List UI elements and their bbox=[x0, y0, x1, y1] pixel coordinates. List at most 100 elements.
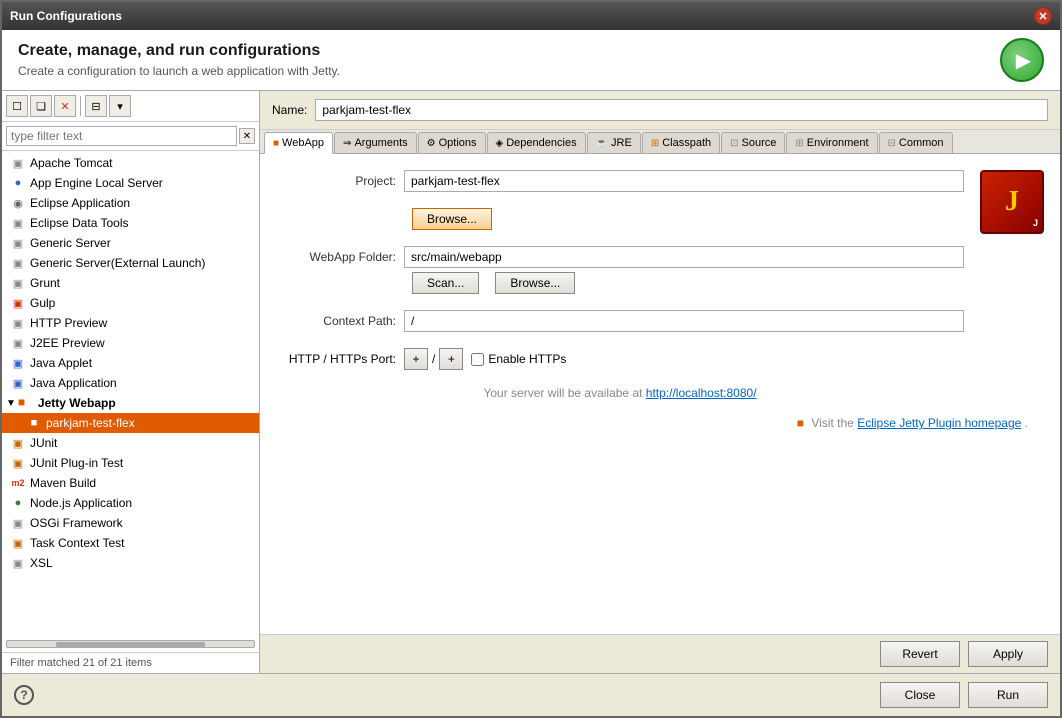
help-button[interactable]: ? bbox=[14, 685, 34, 705]
tree-item-osgi[interactable]: ▣ OSGi Framework bbox=[2, 513, 259, 533]
tab-arguments[interactable]: ⇒ Arguments bbox=[334, 132, 417, 153]
tab-environment[interactable]: ⊞ Environment bbox=[786, 132, 877, 153]
tree-item-maven[interactable]: m2 Maven Build bbox=[2, 473, 259, 493]
project-browse-button[interactable]: Browse... bbox=[412, 208, 492, 230]
tab-source[interactable]: ⊡ Source bbox=[721, 132, 785, 153]
https-port-plus-button[interactable]: + bbox=[439, 348, 463, 370]
tab-classpath[interactable]: ⊞ Classpath bbox=[642, 132, 720, 153]
enable-https-checkbox[interactable] bbox=[471, 353, 484, 366]
filter-button[interactable]: ⊟ bbox=[85, 95, 107, 117]
scrollbar-thumb bbox=[56, 642, 204, 648]
j2ee-icon: ▣ bbox=[10, 335, 26, 351]
tree-item-generic-server-ext[interactable]: ▣ Generic Server(External Launch) bbox=[2, 253, 259, 273]
tree-item-nodejs[interactable]: ● Node.js Application bbox=[2, 493, 259, 513]
maven-icon: m2 bbox=[10, 475, 26, 491]
name-input[interactable] bbox=[315, 99, 1048, 121]
tree-item-apache-tomcat[interactable]: ▣ Apache Tomcat bbox=[2, 153, 259, 173]
tree-item-parkjam[interactable]: ■ parkjam-test-flex bbox=[2, 413, 259, 433]
tree-label: Java Applet bbox=[30, 356, 92, 370]
tab-dependencies-label: Dependencies bbox=[506, 137, 576, 149]
tab-common[interactable]: ⊟ Common bbox=[879, 132, 953, 153]
tab-classpath-label: Classpath bbox=[662, 137, 711, 149]
generic-server-ext-icon: ▣ bbox=[10, 255, 26, 271]
webapp-browse-button[interactable]: Browse... bbox=[495, 272, 575, 294]
jetty-plugin-link[interactable]: Eclipse Jetty Plugin homepage bbox=[857, 416, 1021, 430]
new-config-button[interactable]: ☐ bbox=[6, 95, 28, 117]
sidebar: ☐ ❑ ✕ ⊟ ▾ ✕ ▣ Apache Tomcat ● A bbox=[2, 91, 260, 673]
filter-input[interactable] bbox=[6, 126, 237, 146]
tab-dependencies[interactable]: ◈ Dependencies bbox=[487, 132, 586, 153]
tree-label: Node.js Application bbox=[30, 496, 132, 510]
toolbar-separator bbox=[80, 96, 81, 116]
visit-suffix: . bbox=[1025, 416, 1028, 430]
sidebar-scrollbar[interactable] bbox=[6, 640, 255, 648]
title-bar: Run Configurations ✕ bbox=[2, 2, 1060, 30]
window-title: Run Configurations bbox=[10, 9, 122, 23]
run-button-header[interactable] bbox=[1000, 38, 1044, 82]
jetty-item-icon: ■ bbox=[26, 415, 42, 431]
tree-item-xsl[interactable]: ▣ XSL bbox=[2, 553, 259, 573]
tree-item-http-preview[interactable]: ▣ HTTP Preview bbox=[2, 313, 259, 333]
tree-item-junit[interactable]: ▣ JUnit bbox=[2, 433, 259, 453]
tree-label: Generic Server(External Launch) bbox=[30, 256, 205, 270]
revert-apply-bar: Revert Apply bbox=[260, 634, 1060, 673]
jetty-group-icon: ■ bbox=[18, 395, 34, 411]
tree-item-task-context[interactable]: ▣ Task Context Test bbox=[2, 533, 259, 553]
tree-label: Generic Server bbox=[30, 236, 111, 250]
scan-button[interactable]: Scan... bbox=[412, 272, 479, 294]
tree-item-generic-server[interactable]: ▣ Generic Server bbox=[2, 233, 259, 253]
filter-clear-button[interactable]: ✕ bbox=[239, 128, 255, 144]
close-button[interactable]: Close bbox=[880, 682, 960, 708]
tree-item-junit-plugin[interactable]: ▣ JUnit Plug-in Test bbox=[2, 453, 259, 473]
config-combo-button[interactable]: ▾ bbox=[109, 95, 131, 117]
tree-item-java-application[interactable]: ▣ Java Application bbox=[2, 373, 259, 393]
tree-item-java-applet[interactable]: ▣ Java Applet bbox=[2, 353, 259, 373]
run-configurations-window: Run Configurations ✕ Create, manage, and… bbox=[0, 0, 1062, 718]
gulp-icon: ▣ bbox=[10, 295, 26, 311]
http-port-plus-button[interactable]: + bbox=[404, 348, 428, 370]
tab-jre[interactable]: ☕ JRE bbox=[587, 132, 641, 153]
tab-webapp[interactable]: ■ WebApp bbox=[264, 132, 333, 154]
osgi-icon: ▣ bbox=[10, 515, 26, 531]
tree-item-gulp[interactable]: ▣ Gulp bbox=[2, 293, 259, 313]
tab-common-label: Common bbox=[899, 137, 944, 149]
java-applet-icon: ▣ bbox=[10, 355, 26, 371]
visit-text: Visit the bbox=[811, 416, 857, 430]
run-button[interactable]: Run bbox=[968, 682, 1048, 708]
tree-item-grunt[interactable]: ▣ Grunt bbox=[2, 273, 259, 293]
filter-box: ✕ bbox=[2, 122, 259, 151]
tree-label: OSGi Framework bbox=[30, 516, 123, 530]
tree-item-j2ee[interactable]: ▣ J2EE Preview bbox=[2, 333, 259, 353]
tab-options-label: Options bbox=[439, 137, 477, 149]
scan-browse-row: Scan... Browse... bbox=[404, 272, 964, 294]
jre-tab-icon: ☕ bbox=[596, 138, 608, 149]
server-url-link[interactable]: http://localhost:8080/ bbox=[646, 386, 757, 400]
tree-group-jetty[interactable]: ▼ ■ Jetty Webapp bbox=[2, 393, 259, 413]
environment-tab-icon: ⊞ bbox=[795, 138, 803, 149]
jetty-logo: J J bbox=[980, 170, 1044, 234]
project-input[interactable] bbox=[404, 170, 964, 192]
delete-config-button[interactable]: ✕ bbox=[54, 95, 76, 117]
header-title: Create, manage, and run configurations bbox=[18, 42, 1044, 60]
webapp-tab-icon: ■ bbox=[273, 138, 279, 149]
java-app-icon: ▣ bbox=[10, 375, 26, 391]
webapp-folder-input[interactable] bbox=[404, 246, 964, 268]
tree-label: Eclipse Data Tools bbox=[30, 216, 129, 230]
tree-label: JUnit Plug-in Test bbox=[30, 456, 123, 470]
apply-button[interactable]: Apply bbox=[968, 641, 1048, 667]
data-icon: ▣ bbox=[10, 215, 26, 231]
revert-button[interactable]: Revert bbox=[880, 641, 960, 667]
server-icon: ▣ bbox=[10, 155, 26, 171]
tree-label: JUnit bbox=[30, 436, 57, 450]
context-path-row: Context Path: bbox=[276, 310, 964, 332]
content-area: ☐ ❑ ✕ ⊟ ▾ ✕ ▣ Apache Tomcat ● A bbox=[2, 91, 1060, 673]
tree-item-eclipse-application[interactable]: ◉ Eclipse Application bbox=[2, 193, 259, 213]
context-path-input[interactable] bbox=[404, 310, 964, 332]
tab-options[interactable]: ⚙ Options bbox=[418, 132, 486, 153]
header-subtitle: Create a configuration to launch a web a… bbox=[18, 64, 1044, 78]
window-close-button[interactable]: ✕ bbox=[1034, 7, 1052, 25]
tree-item-app-engine[interactable]: ● App Engine Local Server bbox=[2, 173, 259, 193]
duplicate-config-button[interactable]: ❑ bbox=[30, 95, 52, 117]
tree-item-eclipse-data[interactable]: ▣ Eclipse Data Tools bbox=[2, 213, 259, 233]
bottom-bar: ? Close Run bbox=[2, 673, 1060, 716]
